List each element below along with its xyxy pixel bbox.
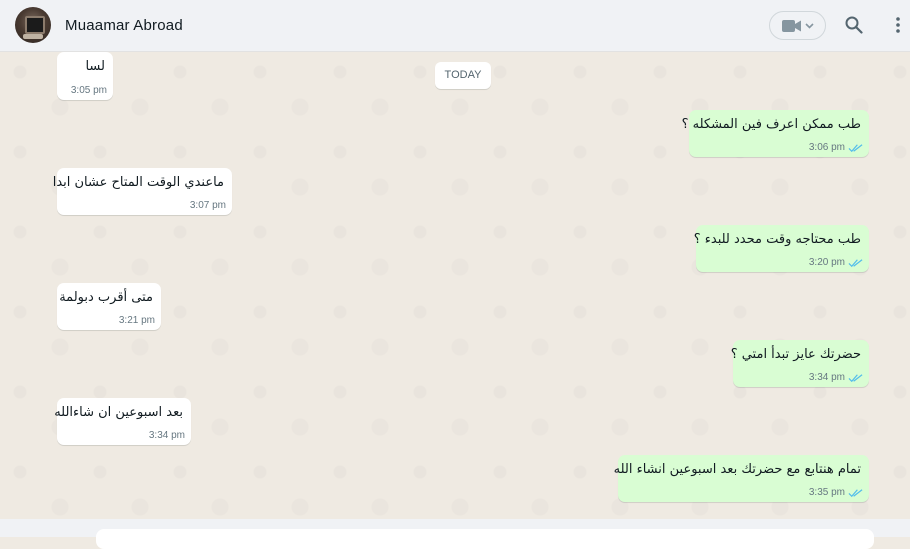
message-time: 3:34 pm bbox=[149, 430, 185, 441]
message-timestamp: 3:34 pm bbox=[808, 372, 845, 383]
message-timestamp: 3:07 pm bbox=[189, 200, 226, 211]
message-time: 3:35 pm bbox=[809, 487, 863, 498]
video-call-button[interactable] bbox=[769, 11, 826, 40]
message-text: تمام هنتابع مع حضرتك بعد اسبوعين انشاء ا… bbox=[613, 462, 861, 477]
message-timestamp: 3:06 pm bbox=[808, 142, 845, 153]
message-outgoing[interactable]: طب محتاجه وقت محدد للبدء ؟ 3:20 pm bbox=[693, 225, 869, 272]
message-outgoing[interactable]: طب ممكن اعرف فين المشكله ؟ 3:06 pm bbox=[681, 110, 869, 157]
message-text: لسا bbox=[85, 59, 105, 74]
message-time: 3:07 pm bbox=[190, 200, 226, 211]
message-timestamp: 3:21 pm bbox=[118, 315, 155, 326]
message-input[interactable] bbox=[96, 529, 874, 549]
message-text: طب محتاجه وقت محدد للبدء ؟ bbox=[693, 232, 861, 247]
message-incoming[interactable]: متى أقرب دبولمة 3:21 pm bbox=[57, 283, 161, 330]
message-text: بعد اسبوعين ان شاءالله bbox=[54, 405, 183, 420]
message-time: 3:06 pm bbox=[809, 142, 863, 153]
search-icon[interactable] bbox=[845, 16, 863, 34]
message-timestamp: 3:20 pm bbox=[808, 257, 845, 268]
message-incoming[interactable]: بعد اسبوعين ان شاءالله 3:34 pm bbox=[54, 398, 191, 445]
message-outgoing[interactable]: حضرتك عايز تبدأ امتي ؟ 3:34 pm bbox=[730, 340, 869, 387]
double-check-icon bbox=[848, 373, 863, 382]
message-time: 3:21 pm bbox=[119, 315, 155, 326]
double-check-icon bbox=[848, 258, 863, 267]
message-incoming[interactable]: لسا 3:05 pm bbox=[57, 52, 113, 100]
message-time: 3:34 pm bbox=[809, 372, 863, 383]
kebab-menu-icon[interactable] bbox=[895, 16, 901, 34]
message-timestamp: 3:35 pm bbox=[808, 487, 845, 498]
message-list[interactable]: TODAY لسا 3:05 pm طب ممكن اعرف فين المشك… bbox=[0, 52, 910, 519]
contact-avatar[interactable] bbox=[15, 7, 51, 43]
chat-header: Muaamar Abroad bbox=[0, 0, 910, 52]
message-text: ماعندي الوقت المتاح عشان ابدا bbox=[52, 175, 224, 190]
message-text: طب ممكن اعرف فين المشكله ؟ bbox=[681, 117, 861, 132]
message-timestamp: 3:34 pm bbox=[148, 430, 185, 441]
message-time: 3:20 pm bbox=[809, 257, 863, 268]
message-text: متى أقرب دبولمة bbox=[59, 290, 153, 305]
message-incoming[interactable]: ماعندي الوقت المتاح عشان ابدا 3:07 pm bbox=[52, 168, 232, 215]
message-outgoing[interactable]: تمام هنتابع مع حضرتك بعد اسبوعين انشاء ا… bbox=[613, 455, 869, 502]
message-text: حضرتك عايز تبدأ امتي ؟ bbox=[730, 347, 861, 362]
message-timestamp: 3:05 pm bbox=[70, 85, 107, 96]
date-separator: TODAY bbox=[435, 62, 491, 89]
double-check-icon bbox=[848, 488, 863, 497]
message-time: 3:05 pm bbox=[71, 85, 107, 96]
contact-name[interactable]: Muaamar Abroad bbox=[65, 17, 183, 34]
double-check-icon bbox=[848, 143, 863, 152]
video-camera-icon bbox=[782, 20, 814, 32]
